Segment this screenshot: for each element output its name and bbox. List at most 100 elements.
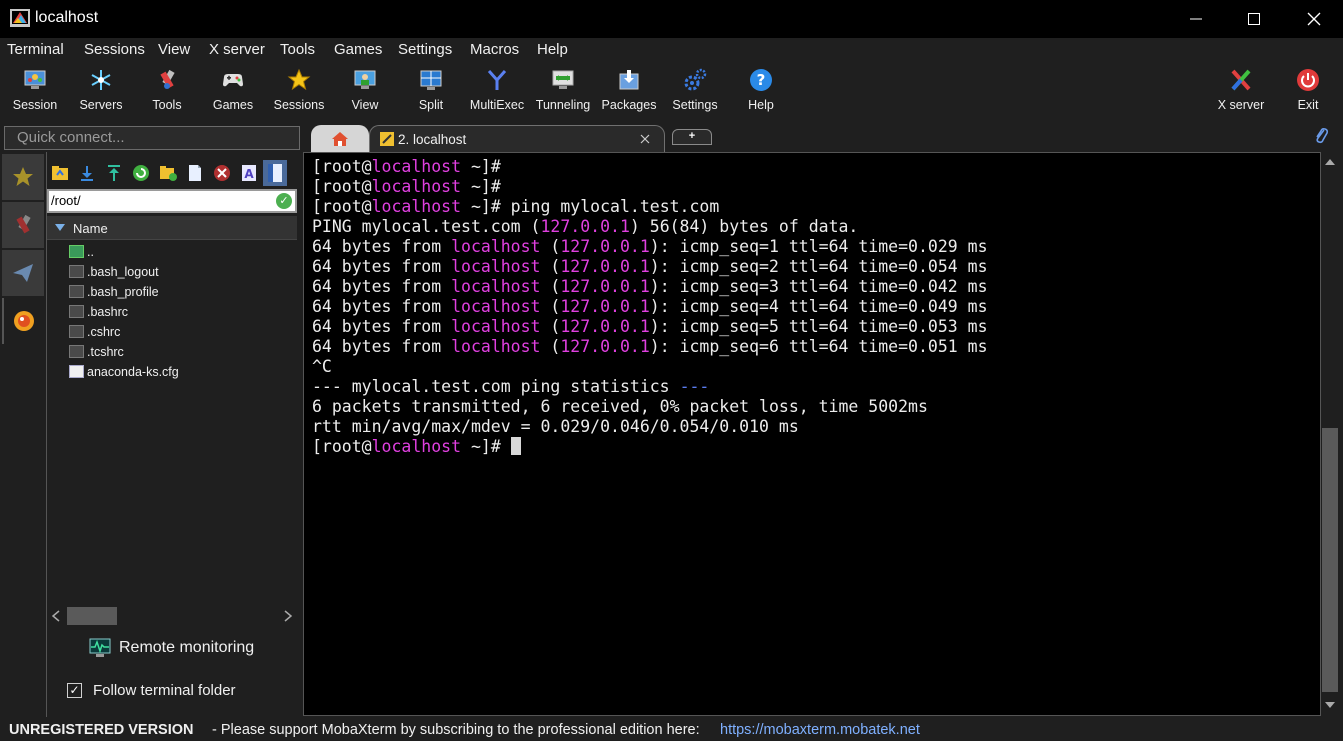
settings-label: Settings (672, 98, 718, 112)
sidebar-tab-tools[interactable] (2, 202, 44, 248)
path-input[interactable]: /root/ ✓ (47, 189, 297, 213)
refresh-icon[interactable] (132, 164, 150, 182)
sidebar-tab-sftp[interactable] (2, 298, 44, 344)
help-label: Help (748, 98, 774, 112)
scroll-up-icon[interactable] (1325, 159, 1335, 165)
remote-monitoring-button[interactable]: Remote monitoring (89, 636, 289, 660)
list-item[interactable]: .bash_logout (67, 262, 287, 282)
terminal-cursor (510, 437, 521, 455)
exit-label: Exit (1297, 98, 1319, 112)
terminal-text: ( (540, 317, 561, 336)
list-item[interactable]: .cshrc (67, 322, 287, 342)
scroll-thumb[interactable] (1322, 428, 1338, 692)
terminal-text: 64 bytes from (312, 337, 452, 356)
multiexec-button[interactable]: MultiExec (464, 64, 530, 118)
path-text: /root/ (51, 193, 81, 208)
file-name: .. (87, 245, 94, 259)
sidebar-tab-sessions[interactable] (2, 154, 44, 200)
minimize-icon (1190, 18, 1202, 20)
new-folder-icon[interactable] (159, 164, 177, 182)
minimize-button[interactable] (1167, 0, 1225, 38)
toggle-panel-icon[interactable] (263, 160, 287, 186)
menu-sessions[interactable]: Sessions (84, 41, 145, 58)
download-icon[interactable] (78, 164, 96, 182)
star-icon (13, 167, 33, 186)
menu-macros[interactable]: Macros (470, 41, 519, 58)
delete-icon[interactable] (213, 164, 231, 182)
servers-icon (91, 70, 111, 90)
session-button[interactable]: Session (2, 64, 68, 118)
help-button[interactable]: ? Help (728, 64, 794, 118)
svg-text:?: ? (757, 71, 766, 89)
terminal-text: localhost (371, 437, 462, 456)
terminal-text: 64 bytes from (312, 237, 452, 256)
servers-button[interactable]: Servers (68, 64, 134, 118)
quick-connect-input[interactable]: Quick connect... (4, 126, 300, 150)
packages-button[interactable]: Packages (596, 64, 662, 118)
attach-icon[interactable] (1313, 126, 1329, 144)
terminal-text: 127.0.0.1 (560, 237, 650, 256)
mobatek-link[interactable]: https://mobaxterm.mobatek.net (720, 722, 920, 738)
settings-button[interactable]: Settings (662, 64, 728, 118)
terminal-text: 64 bytes from (312, 297, 452, 316)
parent-folder-icon[interactable] (51, 164, 69, 182)
paper-plane-icon (13, 264, 33, 282)
file-name: .cshrc (87, 325, 121, 339)
split-button[interactable]: Split (398, 64, 464, 118)
terminal-area[interactable]: [root@localhost ~]# [root@localhost ~]# [r… (303, 152, 1321, 716)
menu-settings[interactable]: Settings (398, 41, 452, 58)
close-tab-icon[interactable] (640, 134, 650, 144)
list-item[interactable]: .tcshrc (67, 342, 287, 362)
list-item[interactable]: .bashrc (67, 302, 287, 322)
list-item[interactable]: .. (67, 242, 287, 262)
split-icon (420, 70, 442, 90)
games-button[interactable]: Games (200, 64, 266, 118)
scroll-down-icon[interactable] (1325, 702, 1335, 708)
menu-x-server[interactable]: X server (209, 41, 265, 58)
home-tab[interactable] (311, 125, 369, 152)
list-item[interactable]: anaconda-ks.cfg (67, 362, 287, 382)
terminal-text: ): icmp_seq=2 ttl=64 time=0.054 ms (649, 257, 988, 276)
x-server-button[interactable]: X server (1208, 64, 1274, 118)
rename-icon[interactable]: A (240, 164, 258, 182)
menu-terminal[interactable]: Terminal (7, 41, 64, 58)
column-header-name[interactable]: Name (47, 216, 297, 240)
list-item[interactable]: .bash_profile (67, 282, 287, 302)
tab-label: 2. localhost (398, 132, 467, 147)
tunneling-button[interactable]: Tunneling (530, 64, 596, 118)
new-file-icon[interactable] (186, 164, 204, 182)
upload-icon[interactable] (105, 164, 123, 182)
power-icon (1297, 69, 1319, 91)
close-button[interactable] (1285, 0, 1343, 38)
terminal-text: ~]# (461, 437, 511, 456)
tools-label: Tools (152, 98, 182, 112)
view-button[interactable]: View (332, 64, 398, 118)
menu-help[interactable]: Help (537, 41, 568, 58)
terminal-output: [root@localhost ~]# [root@localhost ~]# [r… (312, 157, 988, 457)
maximize-button[interactable] (1225, 0, 1283, 38)
vertical-scrollbar[interactable] (1321, 152, 1343, 716)
horizontal-scrollbar[interactable] (49, 606, 299, 628)
sidebar-tab-macros[interactable] (2, 250, 44, 296)
scroll-right-icon[interactable] (283, 610, 293, 622)
new-tab-button[interactable]: + (672, 129, 712, 145)
checkbox-check-icon[interactable]: ✓ (67, 683, 82, 698)
terminal-text: localhost (371, 177, 462, 196)
terminal-text: 64 bytes from (312, 257, 452, 276)
scroll-left-icon[interactable] (51, 610, 61, 622)
tools-button[interactable]: Tools (134, 64, 200, 118)
menu-view[interactable]: View (158, 41, 190, 58)
tab-localhost[interactable]: 2. localhost (369, 125, 665, 152)
check-icon[interactable]: ✓ (276, 193, 292, 209)
terminal-line: 6 packets transmitted, 6 received, 0% pa… (312, 397, 988, 417)
menu-games[interactable]: Games (334, 41, 382, 58)
sessions-button[interactable]: Sessions (266, 64, 332, 118)
follow-terminal-folder-checkbox[interactable]: ✓ Follow terminal folder (67, 680, 287, 704)
x-server-label: X server (1217, 98, 1265, 112)
scroll-thumb[interactable] (67, 607, 117, 625)
title-bar: localhost (0, 0, 1343, 38)
terminal-text: ~]# (461, 157, 501, 176)
terminal-text: --- mylocal.test.com ping statistics (312, 377, 680, 396)
menu-tools[interactable]: Tools (280, 41, 315, 58)
exit-button[interactable]: Exit (1275, 64, 1341, 118)
